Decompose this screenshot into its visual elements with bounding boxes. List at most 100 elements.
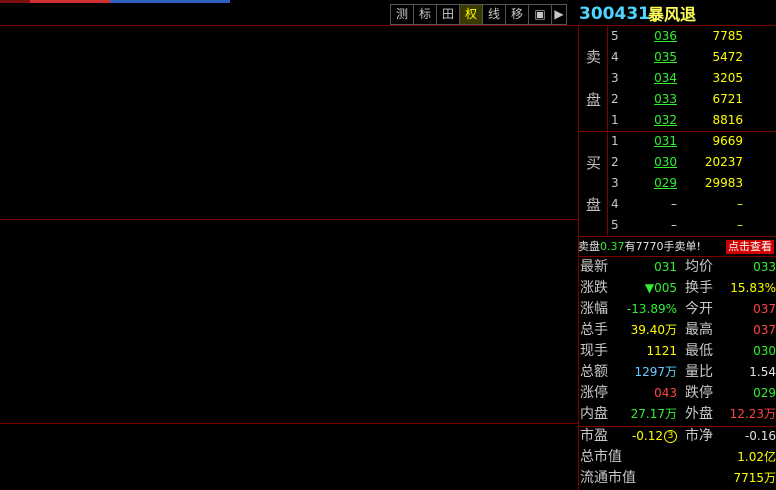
level-number: 2	[611, 92, 619, 106]
sell-level-row[interactable]: 4 035 5472	[607, 47, 776, 68]
stat-value: 39.40万	[630, 323, 677, 337]
strip-segment	[30, 0, 110, 3]
stat-label: 涨幅	[580, 301, 608, 317]
line-draw-button[interactable]: 线	[482, 4, 505, 25]
notice-text: 有7770手卖单!	[624, 240, 701, 253]
stat-label: 现手	[580, 343, 608, 359]
level-price[interactable]: 031	[653, 131, 677, 152]
level-volume: 3205	[712, 71, 743, 85]
stat-row: 内盘 27.17万 外盘 12.23万	[578, 404, 776, 425]
level-volume: 9669	[712, 134, 743, 148]
stat-value: 031	[654, 260, 677, 274]
float-cap-label: 流通市值	[580, 470, 636, 486]
kline-chart-area[interactable]	[0, 26, 577, 489]
buy-level-row[interactable]: 4 – –	[607, 194, 776, 215]
window-top-strip	[0, 0, 776, 3]
level-price[interactable]: 029	[653, 173, 677, 194]
stat-value: 15.83%	[730, 281, 776, 295]
level-price[interactable]: 035	[653, 47, 677, 68]
float-cap-row: 流通市值 7715万	[578, 468, 776, 489]
stat-label: 今开	[685, 301, 713, 317]
stat-row: 现手 1121 最低 030	[578, 341, 776, 362]
sell-level-row[interactable]: 3 034 3205	[607, 68, 776, 89]
pe-label: 市盈	[580, 428, 608, 444]
level-volume: 29983	[704, 176, 743, 190]
stat-row: 涨跌 ▼005 换手 15.83%	[578, 278, 776, 299]
level-volume: –	[737, 218, 743, 232]
stat-value: ▼005	[644, 281, 677, 295]
level-number: 5	[611, 29, 619, 43]
strip-segment	[110, 0, 230, 3]
indicator-button[interactable]: 标	[413, 4, 436, 25]
market-cap-value: 1.02亿	[737, 450, 776, 464]
buy-level-row[interactable]: 5 – –	[607, 215, 776, 236]
level-price: –	[671, 218, 677, 232]
buy-level-row[interactable]: 2 030 20237	[607, 152, 776, 173]
stock-name: 暴风退	[648, 5, 697, 24]
stat-value: 043	[654, 386, 677, 400]
grid-layout-button[interactable]: 田	[436, 4, 459, 25]
stat-label: 总手	[580, 322, 608, 338]
level-number: 1	[611, 113, 619, 127]
level-price[interactable]: 032	[653, 110, 677, 131]
level-number: 3	[611, 71, 619, 85]
notice-prefix: 卖盘	[578, 240, 600, 253]
large-order-notice: 卖盘0.37有7770手卖单! 点击查看	[578, 238, 776, 256]
pb-label: 市净	[685, 428, 713, 444]
stat-value: 037	[753, 323, 776, 337]
sell-level-row[interactable]: 5 036 7785	[607, 26, 776, 47]
stat-label: 换手	[685, 280, 713, 296]
stat-label: 最新	[580, 259, 608, 275]
stat-value: 27.17万	[630, 407, 677, 421]
view-details-button[interactable]: 点击查看	[726, 240, 774, 254]
level-price[interactable]: 030	[653, 152, 677, 173]
stat-row: 总额 1297万 量比 1.54	[578, 362, 776, 383]
expand-panel-icon[interactable]: ▶	[551, 4, 567, 25]
measure-button[interactable]: 测	[390, 4, 413, 25]
level-volume: –	[737, 197, 743, 211]
market-cap-row: 总市值 1.02亿	[578, 447, 776, 468]
stat-label: 均价	[685, 259, 713, 275]
level-volume: 20237	[704, 155, 743, 169]
buy-level-row[interactable]: 3 029 29983	[607, 173, 776, 194]
buy-side-label: 买	[585, 154, 601, 172]
stat-row: 涨幅 -13.89% 今开 037	[578, 299, 776, 320]
move-button[interactable]: 移	[505, 4, 528, 25]
strip-segment	[0, 0, 30, 3]
level-volume: 5472	[712, 50, 743, 64]
stat-label: 跌停	[685, 385, 713, 401]
stat-value: -13.89%	[626, 302, 677, 316]
stat-row: 最新 031 均价 033	[578, 257, 776, 278]
level-price[interactable]: 036	[653, 26, 677, 47]
stat-label: 量比	[685, 364, 713, 380]
level-price: –	[671, 197, 677, 211]
level-volume: 7785	[712, 29, 743, 43]
level-price[interactable]: 034	[653, 68, 677, 89]
pe-value: -0.12 3	[632, 426, 677, 447]
level-number: 4	[611, 197, 619, 211]
stat-label: 总额	[580, 364, 608, 380]
stat-label: 内盘	[580, 406, 608, 422]
pe-badge: 3	[664, 430, 677, 443]
chart-toolbar: 测 标 田 权 线 移 ▣ ▶	[390, 4, 567, 25]
level-number: 4	[611, 50, 619, 64]
stat-value: 1297万	[634, 365, 677, 379]
stat-value: 12.23万	[729, 407, 776, 421]
buy-level-row[interactable]: 1 031 9669	[607, 131, 776, 152]
stat-value: 029	[753, 386, 776, 400]
stat-label: 涨停	[580, 385, 608, 401]
pe-pb-row: 市盈 -0.12 3 市净 -0.16	[578, 426, 776, 447]
level-price[interactable]: 033	[653, 89, 677, 110]
level-volume: 8816	[712, 113, 743, 127]
rights-adjust-button[interactable]: 权	[459, 4, 482, 25]
sell-level-row[interactable]: 1 032 8816	[607, 110, 776, 131]
sell-side-label: 盘	[585, 91, 601, 109]
buy-side-label: 盘	[585, 196, 601, 214]
level-volume: 6721	[712, 92, 743, 106]
sell-level-row[interactable]: 2 033 6721	[607, 89, 776, 110]
stat-label: 最低	[685, 343, 713, 359]
pb-value: -0.16	[744, 429, 776, 443]
level-number: 2	[611, 155, 619, 169]
float-cap-value: 7715万	[733, 471, 776, 485]
dropdown-menu-icon[interactable]: ▣	[528, 4, 551, 25]
